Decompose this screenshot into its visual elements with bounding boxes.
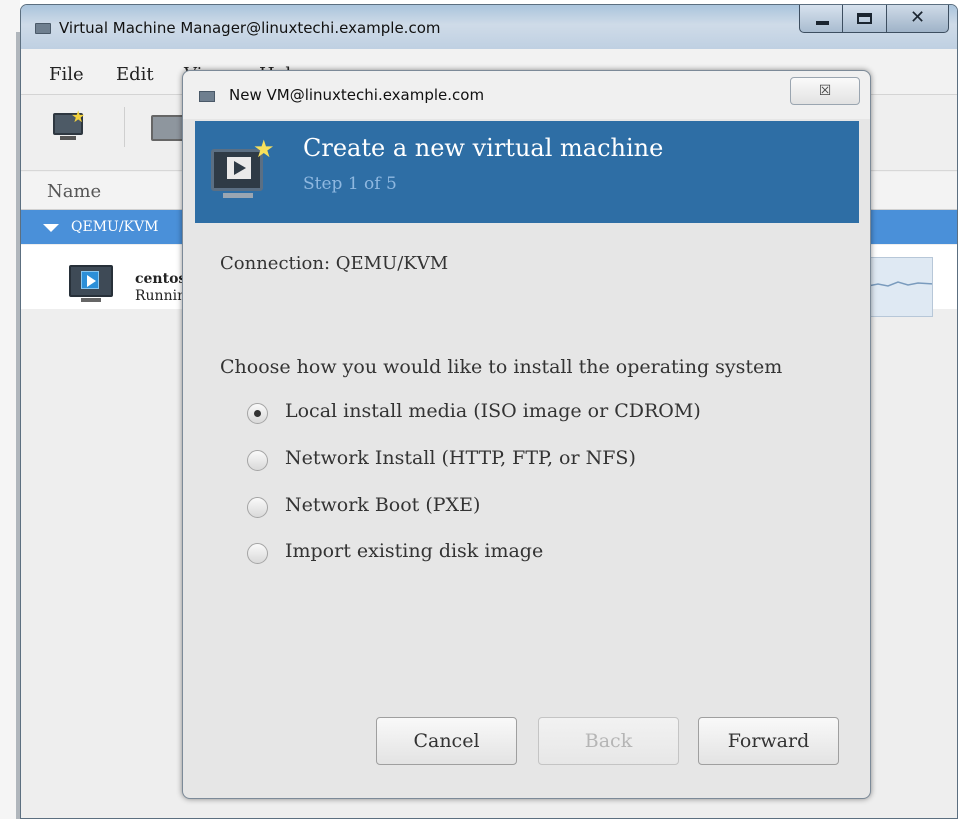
vm-status: Running [135, 288, 183, 304]
radio-label: Network Boot (PXE) [285, 494, 481, 516]
radio-label: Local install media (ISO image or CDROM) [285, 400, 701, 422]
name-column-header[interactable]: Name [47, 181, 101, 202]
install-method-prompt: Choose how you would like to install the… [220, 356, 783, 378]
dialog-title: New VM@linuxtechi.example.com [229, 86, 485, 104]
main-window-title: Virtual Machine Manager@linuxtechi.examp… [59, 19, 441, 37]
dialog-close-button[interactable]: ☒ [790, 77, 860, 105]
play-icon [81, 271, 99, 289]
open-console-toolbar-button[interactable] [151, 115, 185, 141]
main-titlebar[interactable]: Virtual Machine Manager@linuxtechi.examp… [21, 5, 957, 49]
menu-file[interactable]: File [49, 64, 84, 85]
connection-label: Connection: QEMU/KVM [220, 253, 449, 274]
monitor-stand [60, 136, 76, 140]
new-vm-icon: ★ [211, 135, 275, 205]
play-icon [227, 157, 251, 179]
minimize-icon [816, 21, 829, 25]
star-icon: ★ [71, 107, 86, 126]
close-button[interactable]: ✕ [887, 5, 949, 33]
expand-arrow-icon[interactable] [43, 224, 59, 232]
radio-button[interactable] [247, 450, 268, 471]
cancel-button[interactable]: Cancel [376, 717, 517, 765]
radio-label: Network Install (HTTP, FTP, or NFS) [285, 447, 636, 469]
radio-button-selected[interactable] [247, 403, 268, 424]
vm-name: centos [135, 271, 183, 287]
maximize-button[interactable] [843, 5, 887, 33]
toolbar-separator [124, 107, 125, 147]
virt-manager-app-icon [35, 23, 51, 34]
back-button[interactable]: Back [538, 717, 679, 765]
vm-icon [69, 265, 113, 303]
radio-button[interactable] [247, 543, 268, 564]
window-caption-buttons: ✕ [799, 5, 949, 35]
cpu-usage-graph [867, 257, 933, 317]
minimize-button[interactable] [799, 5, 843, 33]
menu-edit[interactable]: Edit [116, 64, 154, 85]
connection-group-label: QEMU/KVM [71, 219, 159, 235]
wizard-step-indicator: Step 1 of 5 [303, 174, 397, 194]
radio-label: Import existing disk image [285, 540, 544, 562]
vm-stand [81, 298, 101, 302]
cpu-graph-line [868, 281, 932, 287]
maximize-icon [857, 13, 872, 24]
virt-manager-app-icon [199, 91, 215, 102]
forward-button[interactable]: Forward [698, 717, 839, 765]
cpu-graph-svg [868, 281, 932, 287]
dialog-titlebar[interactable]: New VM@linuxtechi.example.com ☒ [183, 71, 870, 119]
close-icon: ✕ [909, 7, 926, 28]
radio-button[interactable] [247, 497, 268, 518]
banner-stand [223, 193, 253, 198]
star-icon: ★ [253, 135, 275, 163]
wizard-header-banner: ★ Create a new virtual machine Step 1 of… [195, 121, 859, 223]
new-vm-dialog: New VM@linuxtechi.example.com ☒ ★ Create… [182, 70, 871, 799]
wizard-title: Create a new virtual machine [303, 134, 664, 162]
new-vm-toolbar-button[interactable]: ★ [53, 107, 85, 141]
